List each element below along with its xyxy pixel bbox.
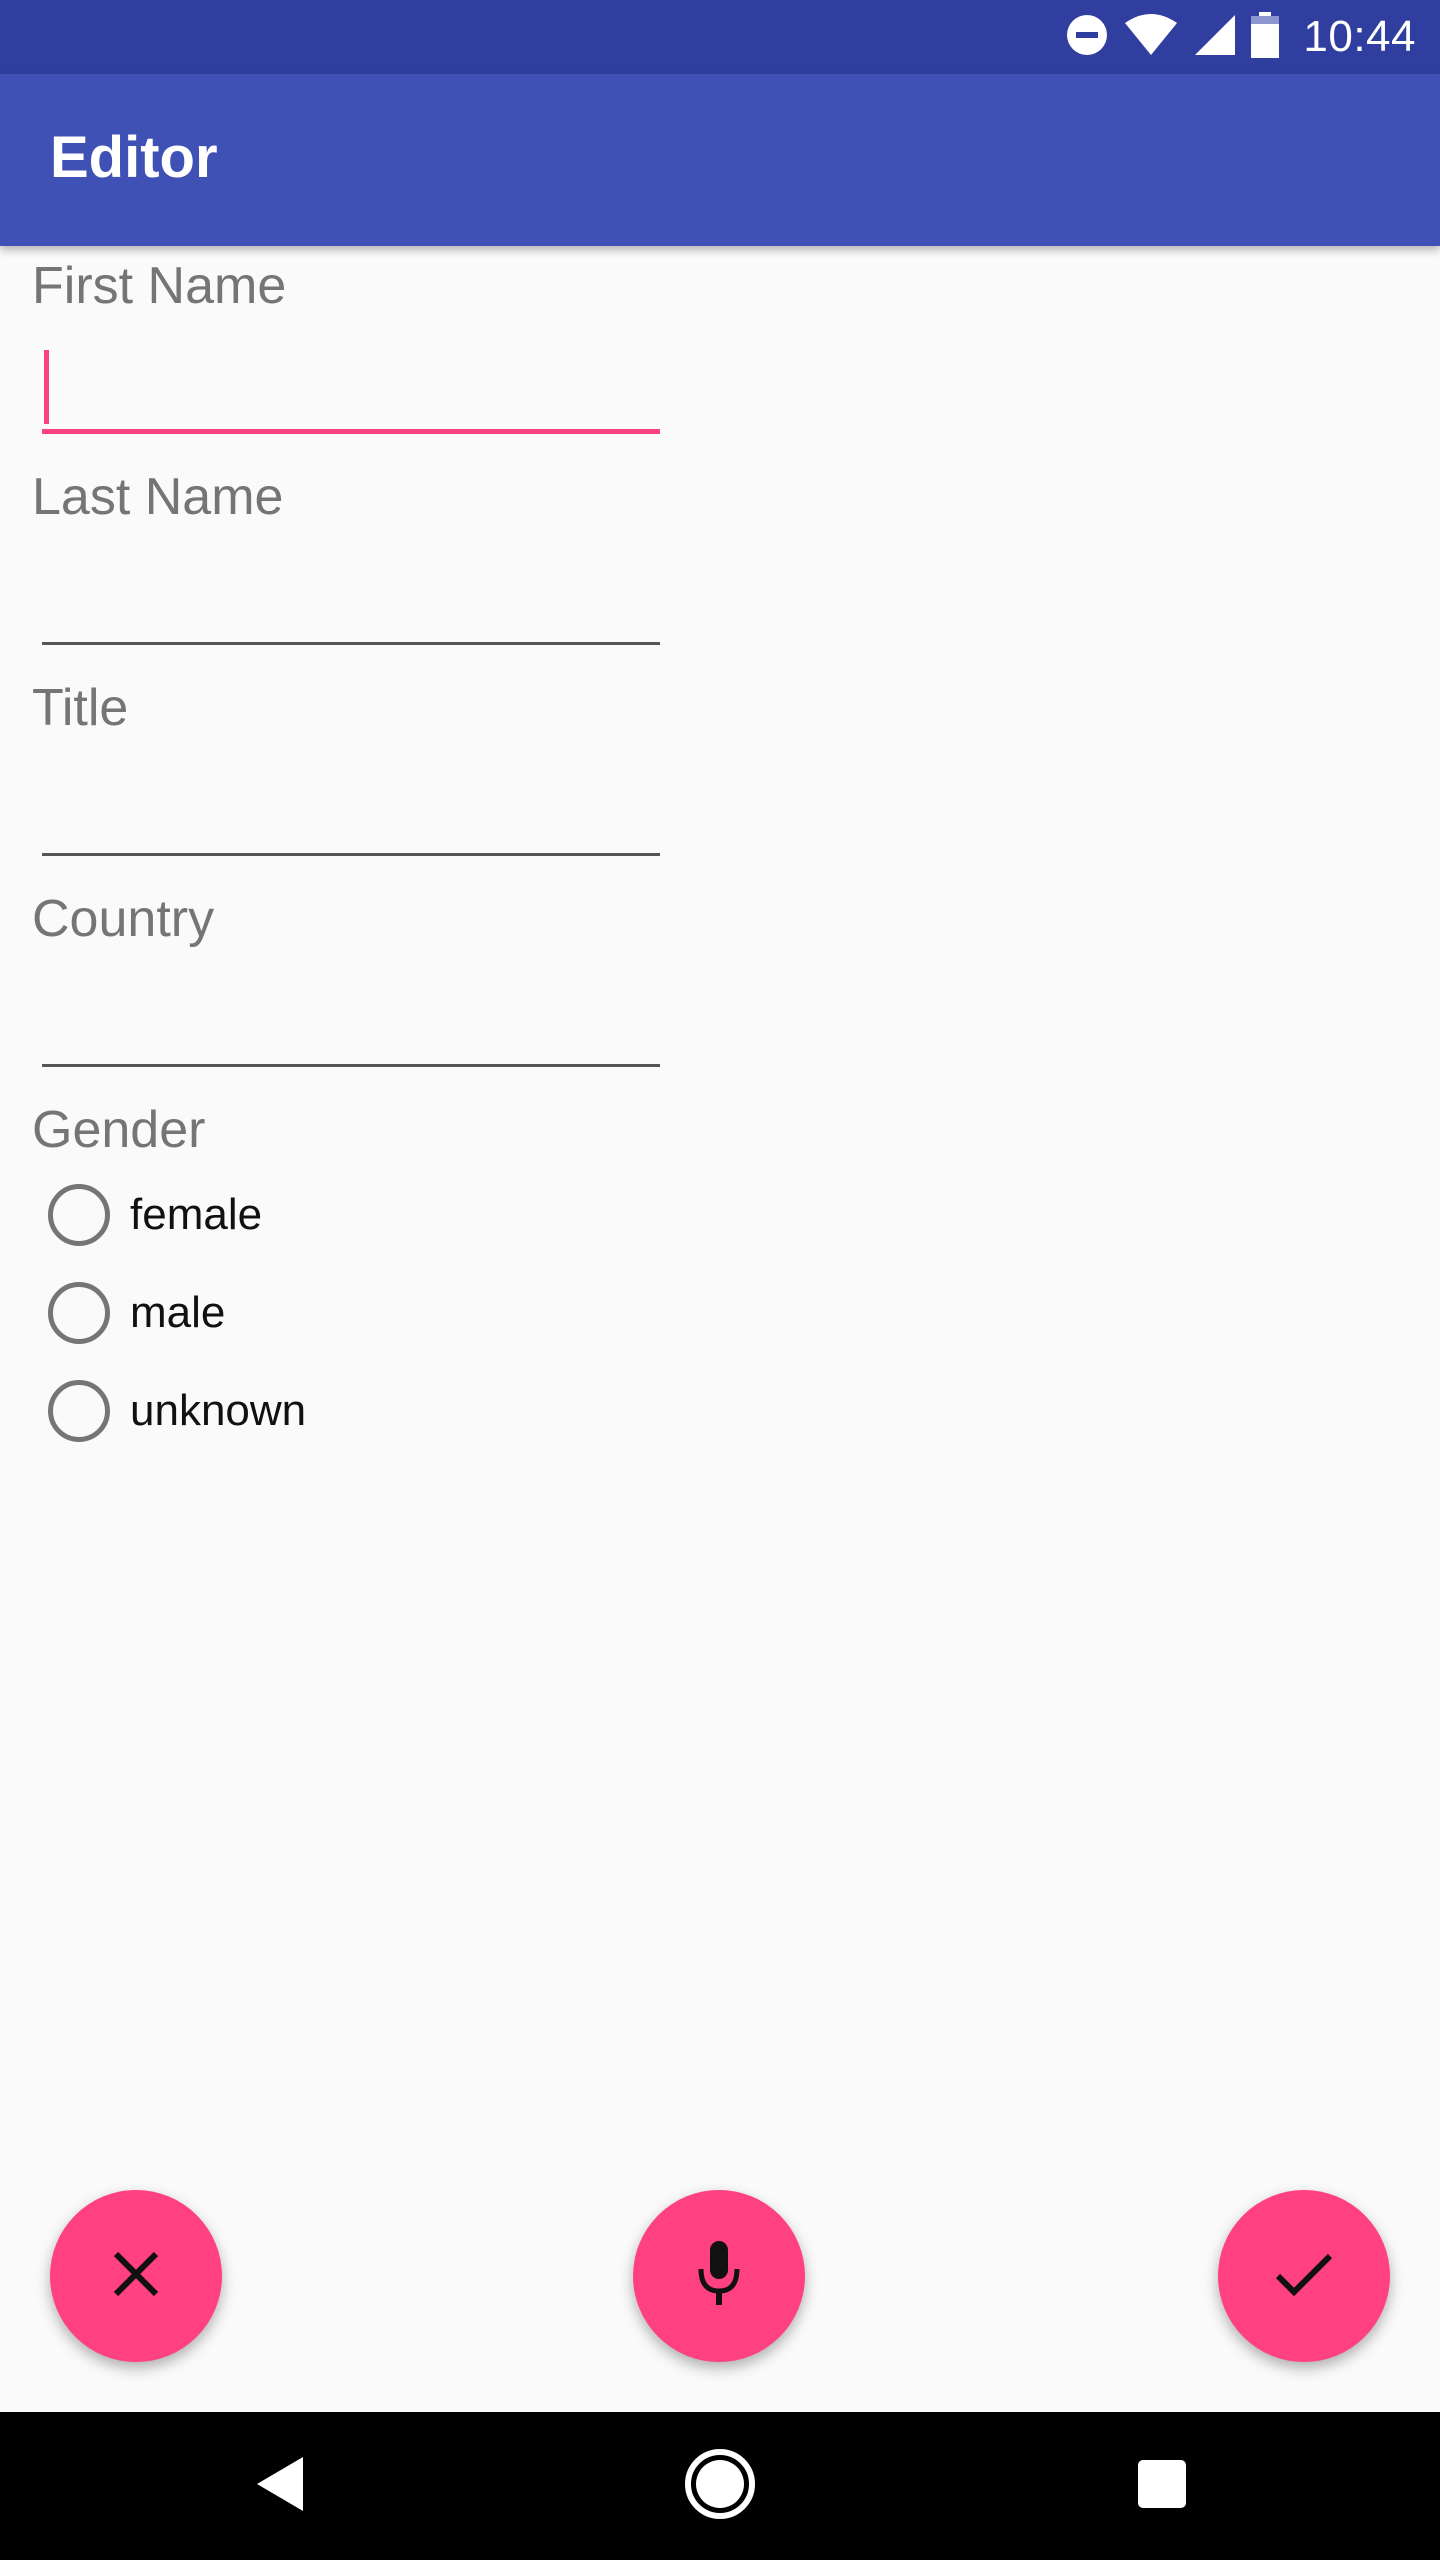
last-name-label: Last Name (32, 468, 284, 526)
cell-signal-icon (1193, 13, 1237, 62)
wifi-icon (1123, 13, 1179, 62)
close-icon (110, 2248, 162, 2305)
back-button[interactable] (180, 2412, 380, 2560)
radio-button[interactable] (48, 1282, 110, 1344)
first-name-input[interactable] (42, 350, 660, 434)
text-cursor (44, 350, 49, 424)
radio-button[interactable] (48, 1184, 110, 1246)
home-button[interactable] (620, 2412, 820, 2560)
radio-label: unknown (130, 1386, 307, 1435)
recents-icon (1136, 2458, 1188, 2515)
gender-option-male[interactable]: male (48, 1278, 225, 1348)
gender-label: Gender (32, 1101, 206, 1159)
cancel-button[interactable] (50, 2190, 222, 2362)
app-bar: Editor (0, 74, 1440, 246)
status-icons: 10:44 (1065, 0, 1416, 74)
navigation-bar (0, 2412, 1440, 2560)
home-icon (684, 2448, 756, 2525)
back-icon (255, 2455, 305, 2518)
radio-label: female (130, 1190, 263, 1239)
app-title: Editor (50, 125, 218, 190)
do-not-disturb-icon (1065, 13, 1109, 62)
first-name-label: First Name (32, 257, 287, 315)
battery-icon (1251, 11, 1280, 63)
confirm-button[interactable] (1218, 2190, 1390, 2362)
recents-button[interactable] (1062, 2412, 1262, 2560)
gender-option-female[interactable]: female (48, 1180, 262, 1250)
status-bar: 10:44 (0, 0, 1440, 74)
title-input[interactable] (42, 772, 660, 856)
last-name-input[interactable] (42, 561, 660, 645)
country-label: Country (32, 890, 215, 948)
gender-option-unknown[interactable]: unknown (48, 1376, 306, 1446)
country-input[interactable] (42, 983, 660, 1067)
check-icon (1274, 2250, 1334, 2303)
title-label: Title (32, 679, 129, 737)
radio-label: male (130, 1288, 226, 1337)
radio-button[interactable] (48, 1380, 110, 1442)
voice-input-button[interactable] (633, 2190, 805, 2362)
microphone-icon (693, 2239, 745, 2314)
status-time: 10:44 (1303, 12, 1416, 61)
